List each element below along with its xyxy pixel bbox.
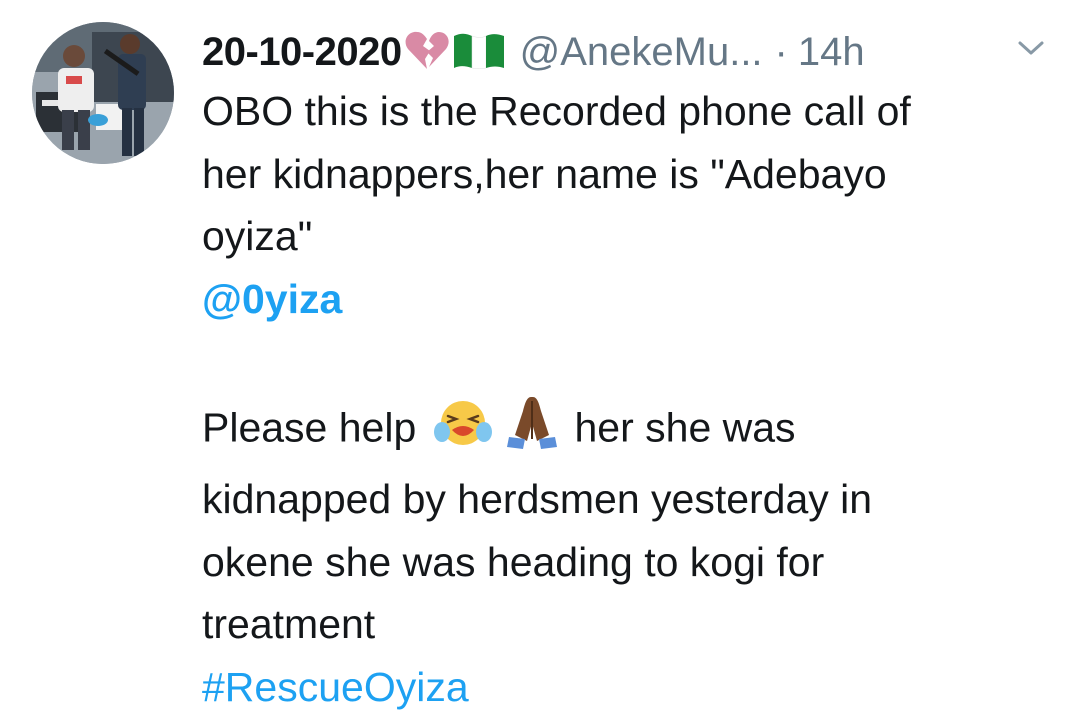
avatar[interactable] [32,22,174,164]
author-handle[interactable]: @AnekeMu... [520,30,763,75]
chevron-down-icon[interactable] [1016,38,1046,58]
hashtag-link[interactable]: #RescueOyiza [202,664,469,710]
tweet-text-line: treatment [202,601,376,647]
crying-face-emoji [433,396,492,466]
plea-text-start: Please help [202,404,417,451]
avatar-photo [32,22,174,164]
separator-dot: · [774,29,788,74]
nigeria-flag-emoji [452,30,506,75]
tweet-card[interactable]: 20-10-2020 @AnekeMu... · 14h OBO this is… [0,0,1080,714]
plea-text-end: her she was [574,404,796,451]
timestamp[interactable]: 14h [798,30,865,75]
broken-heart-emoji [404,29,450,76]
tweet-text-line: okene she was heading to kogi for [202,538,825,585]
tweet-text-line: kidnapped by herdsmen yesterday in [202,476,873,522]
author-name[interactable]: 20-10-2020 [202,30,402,75]
tweet-plea-line: Please help her she was [202,393,1062,469]
folded-hands-emoji [501,393,563,469]
tweet-text-line: oyiza" [202,213,313,259]
tweet-header: 20-10-2020 @AnekeMu... · 14h [202,22,1062,82]
tweet-text-line: OBO this is the Recorded phone call of [202,88,911,134]
mention-link[interactable]: @0yiza [202,276,342,322]
tweet-text-line: her kidnappers,her name is "Adebayo [202,150,887,197]
tweet-text: OBO this is the Recorded phone call of h… [202,80,1062,718]
